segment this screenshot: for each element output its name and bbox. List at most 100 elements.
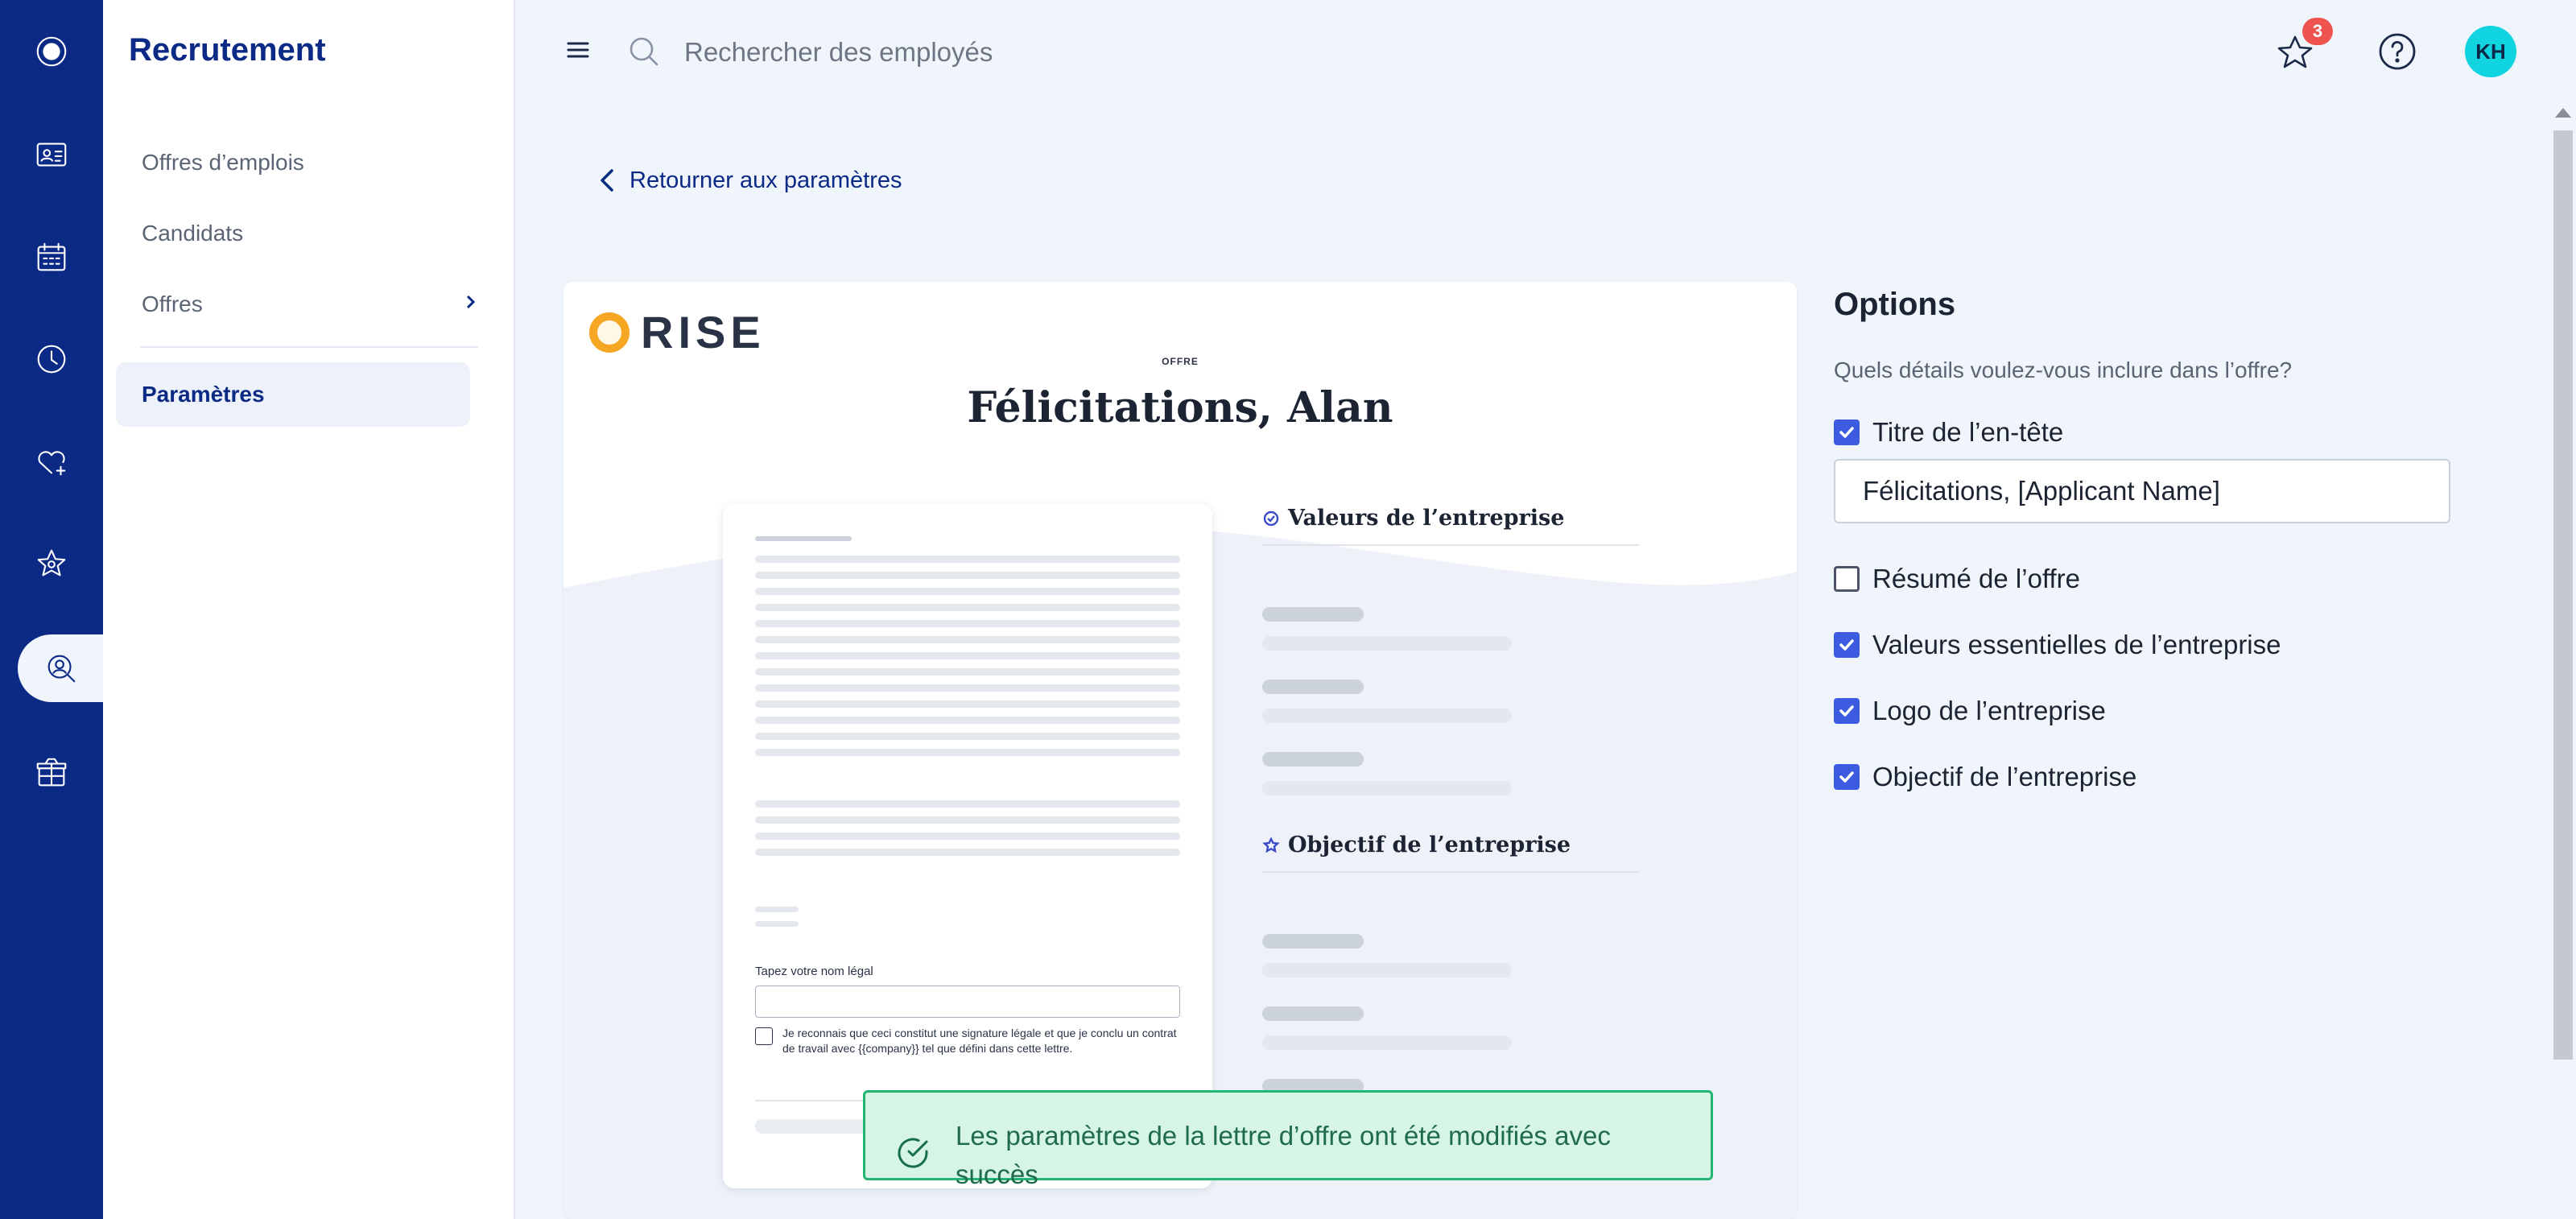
- recruitment-search-icon[interactable]: [18, 634, 105, 702]
- offer-summary-checkbox[interactable]: [1834, 566, 1860, 592]
- employee-search-input[interactable]: [684, 32, 1328, 72]
- skeleton-line: [755, 588, 1180, 595]
- skeleton-line: [755, 800, 1180, 808]
- skeleton-pill: [1262, 781, 1512, 795]
- objective-section-title: Objectif de l’entreprise: [1288, 833, 1571, 857]
- search-icon: [626, 34, 662, 69]
- skeleton-line: [755, 652, 1180, 659]
- subnav-item-settings-label: Paramètres: [142, 382, 265, 407]
- skeleton-line: [755, 921, 799, 927]
- skeleton-line: [755, 620, 1180, 627]
- subnav-divider: [140, 346, 478, 348]
- subnav-item-settings[interactable]: Paramètres: [116, 362, 470, 427]
- subnav-item-offers[interactable]: Offres: [142, 291, 203, 317]
- help-icon[interactable]: [2376, 31, 2418, 72]
- gift-box-icon[interactable]: [0, 739, 103, 807]
- sub-navigation: Recrutement Offres d’emplois Candidats O…: [103, 0, 515, 1219]
- company-logo-checkbox[interactable]: [1834, 698, 1860, 724]
- skeleton-line: [755, 849, 1180, 856]
- option-company-objective[interactable]: Objectif de l’entreprise: [1834, 762, 2136, 792]
- checkmark-icon: [1839, 639, 1854, 651]
- checkmark-icon: [1839, 705, 1854, 717]
- header-title-checkbox[interactable]: [1834, 419, 1860, 445]
- skeleton-line: [755, 907, 799, 912]
- company-logo: RISE: [589, 306, 766, 358]
- skeleton-line: [755, 668, 1180, 676]
- company-objective-checkbox[interactable]: [1834, 764, 1860, 790]
- chevron-left-icon: [601, 169, 613, 192]
- scroll-up-arrow-icon[interactable]: [2555, 108, 2571, 118]
- toast-message: Les paramètres de la lettre d’offre ont …: [956, 1121, 1611, 1189]
- user-avatar[interactable]: KH: [2465, 26, 2516, 77]
- option-company-values[interactable]: Valeurs essentielles de l’entreprise: [1834, 630, 2281, 660]
- offer-letter-preview: RISE OFFRE Félicitations, Alan Tapez vot…: [564, 282, 1797, 1219]
- rise-logo-text: RISE: [641, 307, 766, 357]
- clock-icon[interactable]: [0, 325, 103, 393]
- check-circle-icon: [894, 1134, 931, 1171]
- skeleton-pill: [1262, 963, 1512, 977]
- skeleton-line: [755, 816, 1180, 824]
- rise-logo-mark: [589, 312, 630, 353]
- signature-ack-text: Je reconnais que ceci constitut une sign…: [782, 1027, 1177, 1055]
- id-card-icon[interactable]: [0, 121, 103, 188]
- back-link-label: Retourner aux paramètres: [630, 167, 902, 193]
- offer-summary-label: Résumé de l’offre: [1872, 564, 2081, 593]
- option-header-title[interactable]: Titre de l’en-tête: [1834, 417, 2063, 448]
- skeleton-pill: [1262, 680, 1364, 694]
- skeleton-line: [755, 717, 1180, 724]
- notification-badge: 3: [2302, 18, 2333, 45]
- star-outline-icon: [1262, 836, 1280, 853]
- options-title: Options: [1834, 287, 1956, 322]
- heart-plus-icon[interactable]: [0, 428, 103, 496]
- company-values-checkbox[interactable]: [1834, 632, 1860, 658]
- chevron-right-icon[interactable]: [459, 290, 483, 314]
- home-logo-icon[interactable]: [0, 18, 103, 85]
- values-section-heading: Valeurs de l’entreprise: [1262, 506, 1564, 531]
- check-circle-icon: [1263, 510, 1279, 526]
- checkmark-icon: [1839, 771, 1854, 783]
- objective-section-heading: Objectif de l’entreprise: [1262, 833, 1571, 857]
- options-question: Quels détails voulez-vous inclure dans l…: [1834, 357, 2293, 382]
- offer-eyebrow: OFFRE: [1162, 356, 1199, 367]
- objective-section-rule: [1262, 871, 1639, 873]
- skeleton-pill: [1262, 636, 1512, 651]
- signature-ack-checkbox: [755, 1027, 773, 1045]
- skeleton-line: [755, 749, 1180, 756]
- values-section-rule: [1262, 544, 1639, 546]
- option-offer-summary[interactable]: Résumé de l’offre: [1834, 564, 2080, 594]
- section-title: Recrutement: [129, 32, 326, 68]
- scrollbar-thumb[interactable]: [2553, 130, 2573, 1060]
- skeleton-line: [755, 636, 1180, 643]
- values-section-title: Valeurs de l’entreprise: [1288, 506, 1565, 531]
- skeleton-pill: [1262, 1006, 1364, 1021]
- checkmark-icon: [1839, 427, 1854, 438]
- skeleton-line: [755, 536, 852, 541]
- company-logo-label: Logo de l’entreprise: [1872, 696, 2106, 725]
- subnav-item-job-offers[interactable]: Offres d’emplois: [142, 150, 304, 176]
- skeleton-pill: [1262, 934, 1364, 948]
- success-toast[interactable]: Les paramètres de la lettre d’offre ont …: [863, 1090, 1713, 1189]
- signature-input-preview: [755, 986, 1180, 1018]
- skeleton-line: [755, 604, 1180, 611]
- subnav-item-candidates[interactable]: Candidats: [142, 221, 243, 246]
- star-badge-icon[interactable]: [0, 530, 103, 597]
- skeleton-line: [755, 733, 1180, 740]
- skeleton-line: [755, 684, 1180, 692]
- skeleton-line: [755, 700, 1180, 708]
- header-title-label: Titre de l’en-tête: [1872, 417, 2064, 447]
- signature-label: Tapez votre nom légal: [755, 965, 873, 978]
- option-company-logo[interactable]: Logo de l’entreprise: [1834, 696, 2106, 726]
- skeleton-line: [755, 556, 1180, 563]
- skeleton-line: [755, 572, 1180, 579]
- company-values-label: Valeurs essentielles de l’entreprise: [1872, 630, 2281, 659]
- skeleton-pill: [1262, 607, 1364, 622]
- letter-document: Tapez votre nom légal Je reconnais que c…: [723, 504, 1212, 1188]
- skeleton-pill: [1262, 752, 1364, 767]
- back-to-settings-link[interactable]: Retourner aux paramètres: [596, 164, 902, 196]
- skeleton-pill: [1262, 1035, 1512, 1050]
- header-title-input[interactable]: [1834, 459, 2450, 523]
- icon-rail: [0, 0, 105, 1219]
- menu-icon[interactable]: [562, 34, 594, 66]
- calendar-icon[interactable]: [0, 224, 103, 291]
- skeleton-line: [755, 833, 1180, 840]
